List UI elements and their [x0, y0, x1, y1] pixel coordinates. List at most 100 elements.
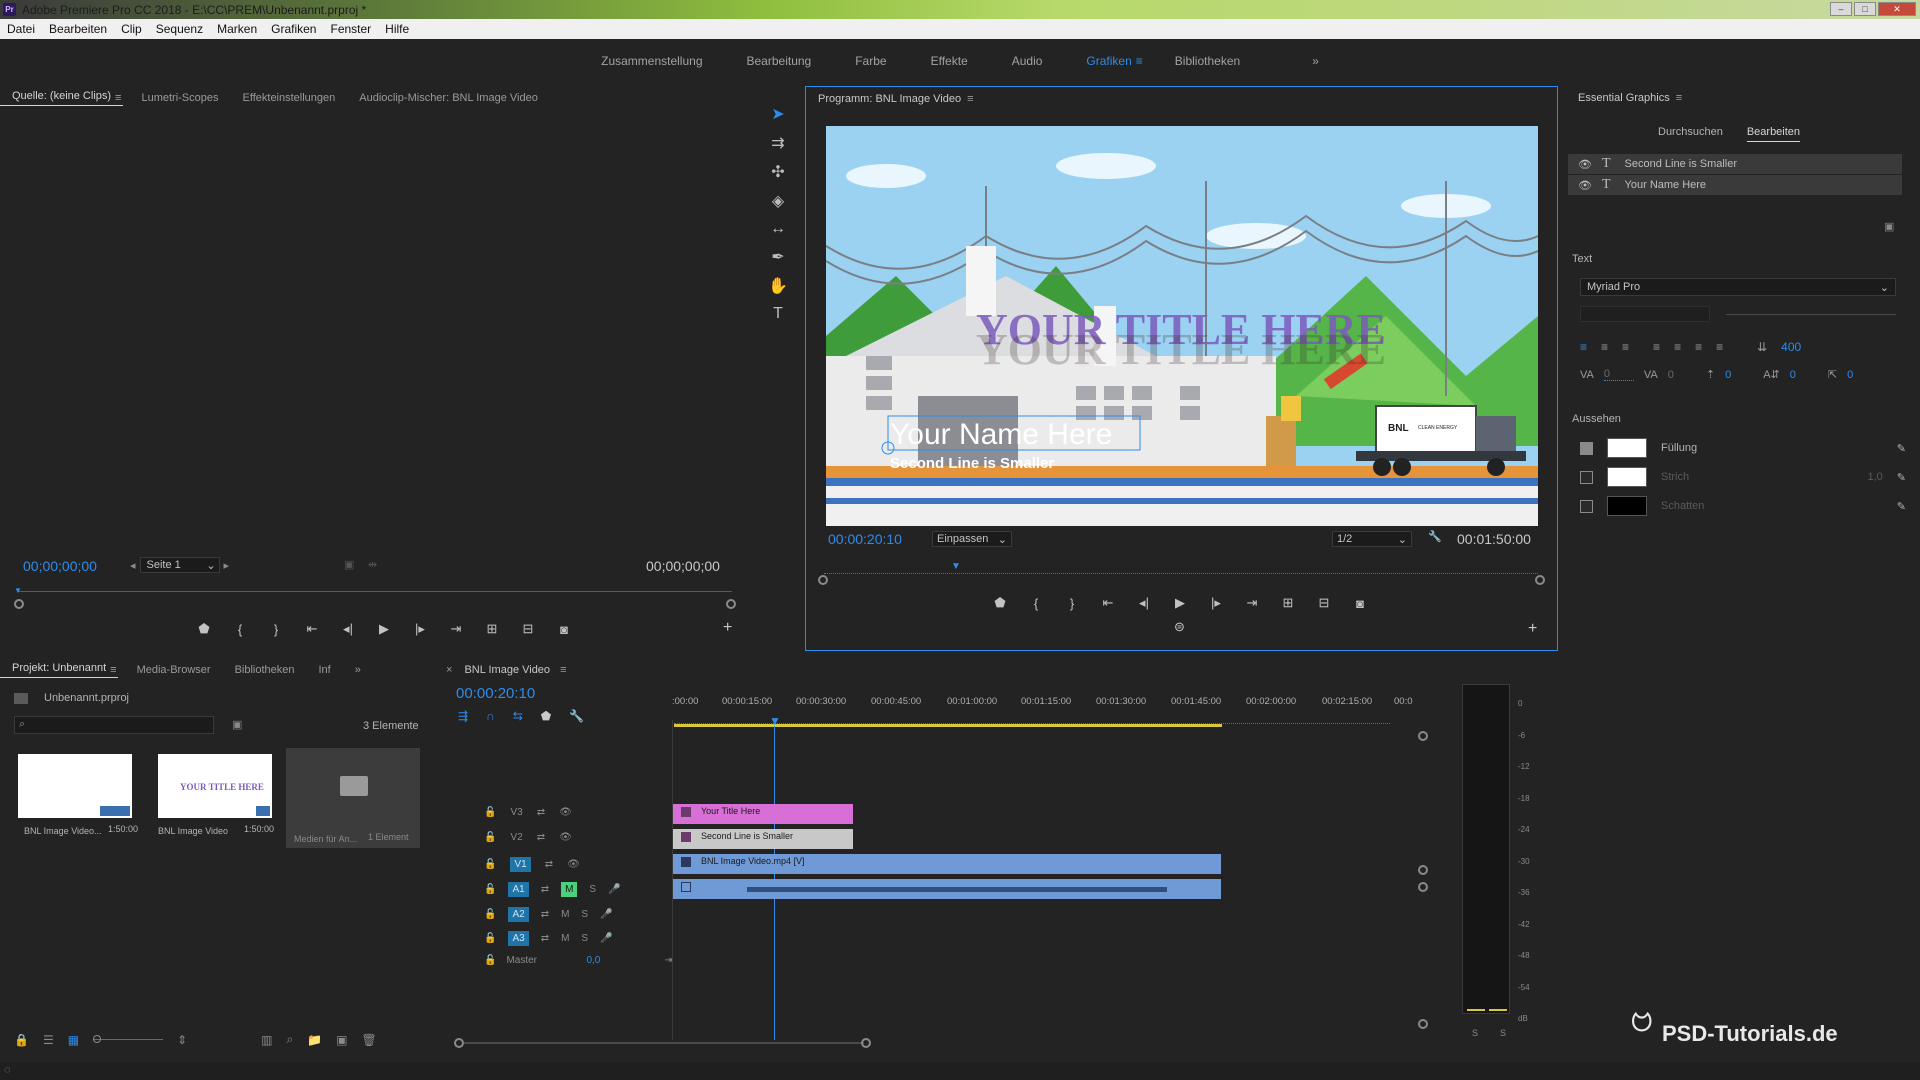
menu-marken[interactable]: Marken: [210, 22, 264, 36]
step-forward-icon[interactable]: |▸: [1198, 595, 1234, 611]
tab-project[interactable]: Projekt: Unbenannt: [0, 662, 119, 678]
eyedropper-icon[interactable]: ✎: [1897, 500, 1906, 513]
program-timecode[interactable]: 00:00:20:10: [828, 531, 902, 547]
essential-graphics-menu-icon[interactable]: ≡: [1676, 92, 1682, 104]
vertical-scroll-bottom-icon[interactable]: [1418, 1019, 1428, 1029]
fit-select[interactable]: Einpassen ⌄: [932, 531, 1012, 547]
source-add-button[interactable]: +: [723, 619, 732, 637]
step-back-icon[interactable]: ◂|: [1126, 595, 1162, 611]
tab-sequence[interactable]: BNL Image Video: [458, 664, 556, 676]
sync-lock-icon[interactable]: ⇄: [537, 807, 545, 818]
tracking-icon[interactable]: VA: [1644, 369, 1658, 381]
lock-icon[interactable]: 🔓: [484, 933, 496, 944]
sync-lock-icon[interactable]: ⇄: [537, 832, 545, 843]
program-scroll-left-icon[interactable]: [818, 575, 828, 585]
trash-icon[interactable]: 🗑: [362, 1033, 377, 1047]
menu-fenster[interactable]: Fenster: [323, 22, 378, 36]
mute-button[interactable]: M: [561, 909, 569, 920]
vertical-scroll-top-icon[interactable]: [1418, 731, 1428, 741]
status-icon[interactable]: ◌: [4, 1064, 11, 1076]
go-to-in-icon[interactable]: ⇤: [1090, 595, 1126, 611]
lock-icon[interactable]: 🔓: [484, 955, 496, 966]
clip-video[interactable]: BNL Image Video.mp4 [V]: [673, 854, 1221, 874]
sync-lock-icon[interactable]: ⇄: [541, 933, 549, 944]
go-to-out-icon[interactable]: ⇥: [438, 621, 474, 637]
program-menu-icon[interactable]: ≡: [967, 93, 973, 105]
justify-all-icon[interactable]: ≡: [1716, 340, 1723, 354]
solo-button[interactable]: S: [581, 933, 588, 944]
horizontal-scrollbar[interactable]: [454, 1038, 874, 1048]
font-size-slider[interactable]: [1726, 314, 1896, 315]
camera-icon[interactable]: ◙: [546, 622, 582, 637]
menu-clip[interactable]: Clip: [114, 22, 149, 36]
safe-margins-icon[interactable]: ▣: [344, 558, 354, 571]
font-select[interactable]: Myriad Pro ⌄: [1580, 278, 1896, 296]
ripple-edit-tool-icon[interactable]: ✣: [771, 162, 784, 182]
eyedropper-icon[interactable]: ✎: [1897, 471, 1906, 484]
mute-button[interactable]: M: [561, 933, 569, 944]
source-menu-icon[interactable]: ≡: [115, 92, 129, 104]
fill-checkbox[interactable]: [1580, 441, 1593, 455]
solo-button[interactable]: S: [581, 909, 588, 920]
snap-icon[interactable]: ∩: [486, 709, 495, 723]
quality-select[interactable]: 1/2 ⌄: [1332, 531, 1412, 547]
project-menu-icon[interactable]: ≡: [110, 664, 124, 676]
scroll-handle-left[interactable]: [454, 1038, 464, 1048]
new-item-icon[interactable]: ▣: [336, 1033, 347, 1047]
tracking-value[interactable]: 0: [1668, 369, 1674, 381]
tab-edit[interactable]: Bearbeiten: [1746, 126, 1801, 142]
stroke-checkbox[interactable]: [1580, 470, 1593, 484]
scale-value[interactable]: 0: [1847, 369, 1853, 381]
lock-icon[interactable]: 🔓: [484, 884, 496, 895]
baseline-icon[interactable]: ⇡: [1706, 368, 1715, 381]
justify-right-icon[interactable]: ≡: [1695, 340, 1702, 354]
baseline-value[interactable]: 0: [1725, 369, 1731, 381]
step-forward-icon[interactable]: |▸: [402, 621, 438, 637]
solo-button[interactable]: S: [589, 884, 596, 895]
track-label[interactable]: V1: [510, 857, 531, 872]
eye-icon[interactable]: 👁: [559, 832, 572, 843]
timeline-settings-icon[interactable]: 🔧: [569, 709, 584, 723]
tsume-value[interactable]: 0: [1790, 369, 1796, 381]
add-marker-icon[interactable]: ⬟: [541, 709, 551, 723]
fill-color-swatch[interactable]: [1607, 438, 1647, 458]
eye-icon[interactable]: 👁: [1578, 179, 1592, 192]
razor-tool-icon[interactable]: ◈: [772, 191, 784, 211]
layer-row[interactable]: 👁 T Second Line is Smaller: [1568, 154, 1902, 174]
slip-tool-icon[interactable]: ↔: [770, 220, 786, 238]
sync-lock-icon[interactable]: ⇄: [541, 884, 549, 895]
automate-icon[interactable]: ▥: [261, 1033, 272, 1047]
vr-video-icon[interactable]: ⊜: [1174, 619, 1185, 635]
justify-center-icon[interactable]: ≡: [1674, 340, 1681, 354]
project-search-input[interactable]: ⌕: [14, 716, 214, 734]
align-left-icon[interactable]: ≡: [1580, 340, 1587, 354]
timeline-timecode[interactable]: 00:00:20:10: [456, 685, 535, 702]
marker-icon[interactable]: ⬟: [186, 621, 222, 637]
mark-in-icon[interactable]: {: [1018, 596, 1054, 611]
master-volume[interactable]: 0,0: [586, 955, 600, 966]
insert-icon[interactable]: ⊞: [474, 621, 510, 637]
workspace-audio[interactable]: Audio: [990, 54, 1065, 68]
eyedropper-icon[interactable]: ✎: [1897, 442, 1906, 455]
menu-sequenz[interactable]: Sequenz: [149, 22, 210, 36]
mark-in-icon[interactable]: {: [222, 622, 258, 637]
tab-source[interactable]: Quelle: (keine Clips): [0, 90, 124, 106]
zoom-slider[interactable]: [93, 1035, 164, 1043]
eye-icon[interactable]: 👁: [559, 807, 572, 818]
workspace-farbe[interactable]: Farbe: [833, 54, 908, 68]
workspace-zusammenstellung[interactable]: Zusammenstellung: [579, 54, 724, 68]
extract-icon[interactable]: ⊟: [1306, 595, 1342, 611]
type-tool-icon[interactable]: T: [773, 305, 783, 323]
tab-libraries[interactable]: Bibliotheken: [223, 664, 307, 676]
tab-effect-controls[interactable]: Effekteinstellungen: [231, 92, 348, 104]
project-item[interactable]: BNL Image Video... 1:50:00: [18, 754, 142, 844]
wrench-icon[interactable]: 🔧: [1428, 530, 1442, 543]
stroke-width-value[interactable]: 1,0: [1867, 471, 1882, 483]
go-to-in-icon[interactable]: ⇤: [294, 621, 330, 637]
eye-icon[interactable]: 👁: [567, 859, 580, 870]
stroke-color-swatch[interactable]: [1607, 467, 1647, 487]
menu-bearbeiten[interactable]: Bearbeiten: [42, 22, 114, 36]
project-item[interactable]: YOUR TITLE HERE BNL Image Video 1:50:00: [158, 754, 282, 844]
pen-tool-icon[interactable]: ✒: [771, 247, 784, 267]
sync-lock-icon[interactable]: ⇄: [545, 859, 553, 870]
